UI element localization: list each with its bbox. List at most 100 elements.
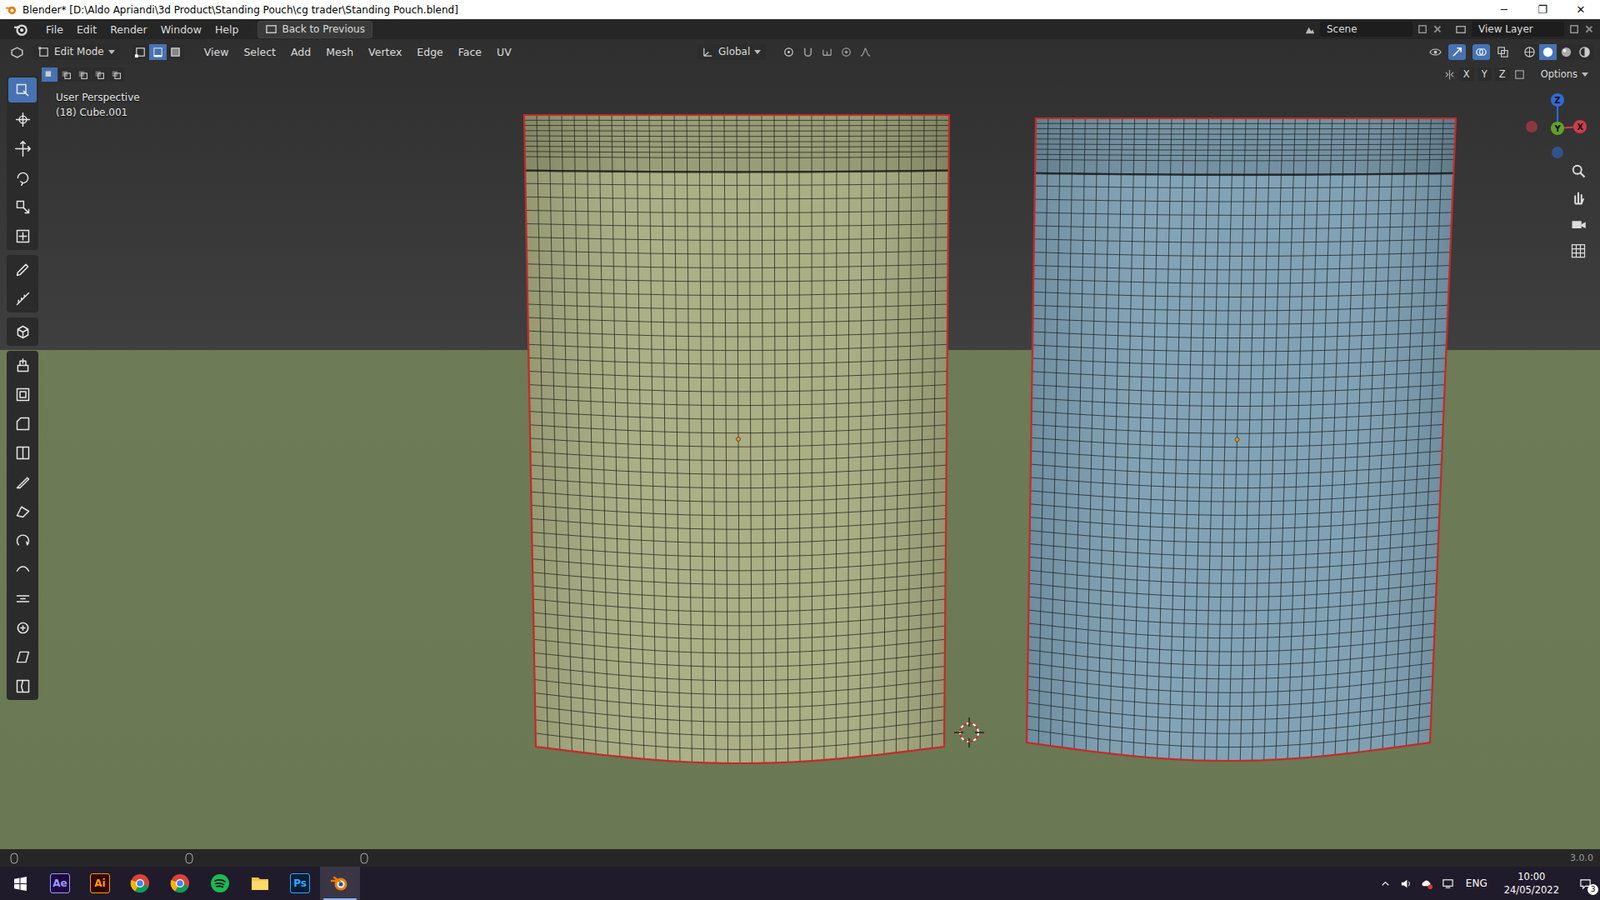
- viewport-menu[interactable]: Face: [451, 44, 489, 60]
- tool-button[interactable]: [8, 498, 37, 524]
- tool-button[interactable]: [8, 77, 37, 103]
- blender-menu-icon[interactable]: [13, 21, 29, 37]
- notification-center[interactable]: 3: [1579, 877, 1592, 890]
- viewport-menu[interactable]: View: [197, 44, 236, 60]
- tool-button[interactable]: [8, 673, 37, 699]
- taskbar-app[interactable]: [240, 866, 280, 900]
- 3d-viewport[interactable]: Edit Mode ViewSelectAddMeshVertexEdgeFac…: [0, 39, 1600, 850]
- pivot-icon[interactable]: [782, 45, 795, 59]
- network-icon[interactable]: [1441, 877, 1455, 890]
- viewport-menu[interactable]: Edge: [410, 44, 450, 60]
- falloff-icon[interactable]: [859, 45, 872, 59]
- material-shading[interactable]: [1557, 44, 1575, 60]
- taskbar-app[interactable]: Ae: [40, 866, 80, 900]
- select-mode-button[interactable]: [166, 44, 185, 60]
- show-hidden-icons-icon[interactable]: [1379, 877, 1392, 890]
- xray-icon[interactable]: [1496, 45, 1510, 59]
- tool-button[interactable]: [8, 644, 37, 670]
- tool-button[interactable]: [8, 165, 37, 190]
- transform-orientation[interactable]: Global: [696, 44, 766, 60]
- box-mode-button[interactable]: [108, 67, 125, 82]
- proportional-edit-icon[interactable]: [840, 45, 853, 59]
- close-icon[interactable]: [1585, 25, 1594, 34]
- select-mode-button[interactable]: [131, 44, 150, 60]
- zoom-icon[interactable]: [1570, 162, 1587, 180]
- solid-shading[interactable]: [1539, 44, 1557, 60]
- tool-button[interactable]: [8, 440, 37, 465]
- select-mode-button[interactable]: [149, 44, 167, 60]
- taskbar-app[interactable]: [160, 866, 200, 900]
- pouch-mesh[interactable]: [1026, 118, 1456, 761]
- visibility-icon[interactable]: [1429, 45, 1442, 59]
- tool-button[interactable]: [8, 106, 37, 132]
- hand-icon[interactable]: [1570, 189, 1587, 206]
- scene-selector[interactable]: Scene: [1303, 21, 1442, 37]
- scene-canvas[interactable]: [0, 39, 1600, 850]
- options-dropdown[interactable]: Options: [1537, 67, 1592, 81]
- clock[interactable]: 10:00 24/05/2022: [1499, 870, 1565, 897]
- taskbar-app[interactable]: [200, 866, 240, 900]
- tool-button[interactable]: [8, 352, 37, 378]
- editor-type-icon[interactable]: [10, 45, 25, 60]
- tool-button[interactable]: [8, 135, 37, 161]
- tool-button[interactable]: [8, 585, 37, 611]
- box-mode-button[interactable]: [91, 67, 108, 82]
- overlay-toggle[interactable]: [1472, 44, 1490, 60]
- mirror-axis-toggle[interactable]: X: [1459, 67, 1475, 81]
- 3d-cursor-icon[interactable]: [954, 717, 985, 748]
- tool-button[interactable]: [8, 285, 37, 311]
- taskbar-app[interactable]: Ai: [80, 866, 120, 900]
- tool-button[interactable]: [8, 223, 37, 249]
- grid-icon[interactable]: [1570, 242, 1587, 260]
- back-to-previous-button[interactable]: Back to Previous: [257, 20, 373, 39]
- tool-button[interactable]: [8, 410, 37, 436]
- menu-item[interactable]: Window: [155, 21, 208, 38]
- box-mode-button[interactable]: [58, 67, 75, 82]
- menu-item[interactable]: Render: [104, 21, 154, 38]
- tool-button[interactable]: [8, 615, 37, 640]
- tool-button[interactable]: [8, 256, 37, 282]
- viewport-menu[interactable]: Add: [284, 44, 318, 60]
- menu-item[interactable]: Help: [209, 21, 245, 38]
- viewport-menu[interactable]: UV: [490, 44, 519, 60]
- navigation-gizmo[interactable]: ZYX: [1520, 80, 1595, 165]
- copy-icon[interactable]: [1568, 23, 1581, 36]
- auto-merge-icon[interactable]: [1513, 68, 1526, 81]
- tool-button[interactable]: [8, 319, 37, 345]
- language-indicator[interactable]: ENG: [1462, 877, 1491, 890]
- viewport-menu[interactable]: Select: [236, 44, 283, 60]
- rendered-shading[interactable]: [1575, 44, 1594, 60]
- window-control[interactable]: ─: [1485, 3, 1524, 16]
- tool-button[interactable]: [8, 556, 37, 582]
- mirror-axis-toggle[interactable]: Z: [1495, 67, 1510, 81]
- window-control[interactable]: ✕: [1561, 3, 1600, 16]
- volume-icon[interactable]: [1400, 877, 1413, 890]
- tool-button[interactable]: [8, 194, 37, 220]
- viewport-menu[interactable]: Vertex: [361, 44, 409, 60]
- gizmo-toggle[interactable]: [1448, 44, 1466, 60]
- snap-target-icon[interactable]: [820, 45, 834, 59]
- taskbar-app[interactable]: [320, 866, 360, 900]
- menu-item[interactable]: Edit: [70, 21, 103, 38]
- menu-item[interactable]: File: [40, 21, 70, 38]
- tool-button[interactable]: [8, 381, 37, 407]
- box-mode-button[interactable]: [75, 67, 91, 82]
- wireframe-shading[interactable]: [1520, 44, 1539, 60]
- view-layer-selector[interactable]: View Layer: [1455, 21, 1594, 37]
- snap-icon[interactable]: [801, 45, 815, 59]
- mode-dropdown[interactable]: Edit Mode: [32, 44, 120, 60]
- window-control[interactable]: ❐: [1523, 3, 1562, 16]
- camera-icon[interactable]: [1570, 215, 1587, 233]
- taskbar-app[interactable]: Ps: [280, 866, 320, 900]
- viewport-menu[interactable]: Mesh: [319, 44, 360, 60]
- onedrive-icon[interactable]: [1420, 877, 1434, 890]
- pouch-mesh[interactable]: [524, 115, 950, 764]
- start-button[interactable]: [0, 866, 40, 900]
- mirror-axis-toggle[interactable]: Y: [1477, 67, 1492, 81]
- close-icon[interactable]: [1433, 25, 1442, 34]
- taskbar-app[interactable]: [120, 866, 160, 900]
- tool-button[interactable]: [8, 527, 37, 553]
- box-mode-button[interactable]: [41, 67, 58, 82]
- tool-button[interactable]: [8, 469, 37, 495]
- copy-icon[interactable]: [1416, 23, 1430, 36]
